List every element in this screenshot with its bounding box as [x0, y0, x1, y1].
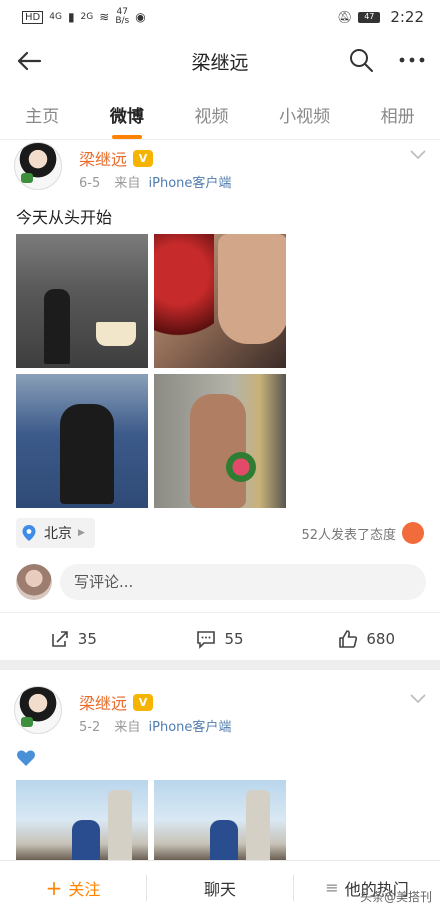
- chevron-down-icon[interactable]: [410, 150, 426, 160]
- repost-button[interactable]: 35: [0, 629, 147, 649]
- thumbs-up-icon: [339, 629, 358, 648]
- repost-icon: [51, 630, 68, 647]
- repost-count: 35: [77, 629, 97, 648]
- avatar[interactable]: [14, 142, 62, 190]
- follow-label: 关注: [68, 879, 101, 899]
- author-row: 梁继远 V: [79, 146, 154, 170]
- profile-tabs: 主页 微博 视频 小视频 相册: [0, 90, 440, 140]
- post-photo[interactable]: [154, 780, 286, 860]
- bottom-action-bar: + 关注 聊天 ≡ 他的热门: [0, 860, 440, 914]
- speed-unit: B/s: [115, 16, 130, 26]
- tab-video[interactable]: 视频: [188, 102, 234, 127]
- chevron-down-icon[interactable]: [410, 694, 426, 704]
- comment-count: 55: [224, 629, 244, 648]
- reaction-count-text: 52人发表了态度: [301, 527, 396, 543]
- like-button[interactable]: 680: [293, 629, 440, 649]
- post-photo[interactable]: [16, 780, 148, 860]
- location-name: 北京: [44, 526, 72, 542]
- tab-weibo[interactable]: 微博: [104, 102, 150, 139]
- reaction-summary[interactable]: 52人发表了态度: [301, 522, 424, 544]
- post-photo[interactable]: [16, 374, 148, 508]
- location-pin-icon: [22, 525, 36, 541]
- post-meta: 6-5 来自 iPhone客户端: [79, 172, 231, 191]
- follow-button[interactable]: + 关注: [0, 876, 146, 900]
- author-name[interactable]: 梁继远: [79, 690, 127, 714]
- search-icon[interactable]: [348, 47, 374, 73]
- chat-button[interactable]: 聊天: [147, 876, 293, 900]
- tab-home[interactable]: 主页: [19, 102, 65, 127]
- battery-icon: 47: [358, 11, 381, 23]
- post-source[interactable]: iPhone客户端: [149, 176, 232, 191]
- location-tag[interactable]: 北京 ▶: [16, 518, 95, 548]
- post-meta: 5-2 来自 iPhone客户端: [79, 716, 231, 735]
- post-from: 来自: [114, 720, 141, 735]
- vip-badge-icon: V: [133, 693, 154, 711]
- status-right: 🔕︎ 47 2:22: [337, 8, 424, 26]
- location-row: 北京 ▶ 52人发表了态度: [0, 518, 440, 548]
- blue-heart-icon: [17, 750, 35, 766]
- post-text: 今天从头开始: [16, 208, 113, 227]
- author-row: 梁继远 V: [79, 690, 154, 714]
- status-left: HD 4G ▮ 2G ≋ 47 B/s ◉: [22, 8, 146, 26]
- wifi-icon: ≋: [99, 10, 110, 24]
- speed-indicator: 47 B/s: [115, 8, 129, 26]
- like-count: 680: [366, 629, 395, 648]
- post-card: 梁继远 V 5-2 来自 iPhone客户端 💙: [0, 684, 440, 860]
- post-source[interactable]: iPhone客户端: [149, 720, 232, 735]
- more-icon[interactable]: [398, 48, 426, 72]
- post-from: 来自: [114, 176, 141, 191]
- navigation-bar: 梁继远: [0, 34, 440, 88]
- back-arrow-icon[interactable]: [14, 46, 44, 76]
- network-right: 2G: [80, 11, 94, 22]
- eye-icon: ◉: [135, 10, 146, 24]
- tab-album[interactable]: 相册: [375, 102, 421, 127]
- post-date: 5-2: [79, 720, 101, 735]
- network-left: 4G: [49, 11, 62, 22]
- watermark: 头条@美搭刊: [359, 890, 432, 904]
- comment-button[interactable]: 55: [147, 629, 294, 649]
- comment-row: 写评论...: [0, 562, 440, 606]
- signal-icon: ▮: [67, 10, 75, 24]
- post-photo[interactable]: [154, 374, 286, 508]
- status-time: 2:22: [390, 8, 424, 26]
- post-action-bar: 35 55 680: [0, 612, 440, 664]
- page-title: 梁继远: [191, 51, 249, 74]
- menu-icon: ≡: [325, 878, 339, 897]
- comment-icon: [197, 630, 216, 649]
- tab-short-video[interactable]: 小视频: [273, 102, 336, 127]
- post-card: 梁继远 V 6-5 来自 iPhone客户端 今天从头开始 北京 ▶ 52人发表…: [0, 140, 440, 660]
- angry-emoji-icon: [402, 522, 424, 544]
- bell-off-icon: 🔕︎: [337, 10, 353, 24]
- plus-icon: +: [45, 875, 63, 900]
- caret-right-icon: ▶: [78, 528, 85, 538]
- post-separator: [0, 660, 440, 670]
- chat-label: 聊天: [203, 879, 236, 899]
- avatar: [16, 564, 52, 600]
- post-photo[interactable]: [154, 234, 286, 368]
- vip-badge-icon: V: [133, 149, 154, 167]
- avatar[interactable]: [14, 686, 62, 734]
- post-photo[interactable]: [16, 234, 148, 368]
- status-bar: HD 4G ▮ 2G ≋ 47 B/s ◉ 🔕︎ 47 2:22: [0, 0, 440, 34]
- author-name[interactable]: 梁继远: [79, 146, 127, 170]
- comment-input[interactable]: 写评论...: [60, 564, 426, 600]
- hd-icon: HD: [22, 10, 44, 24]
- post-date: 6-5: [79, 176, 101, 191]
